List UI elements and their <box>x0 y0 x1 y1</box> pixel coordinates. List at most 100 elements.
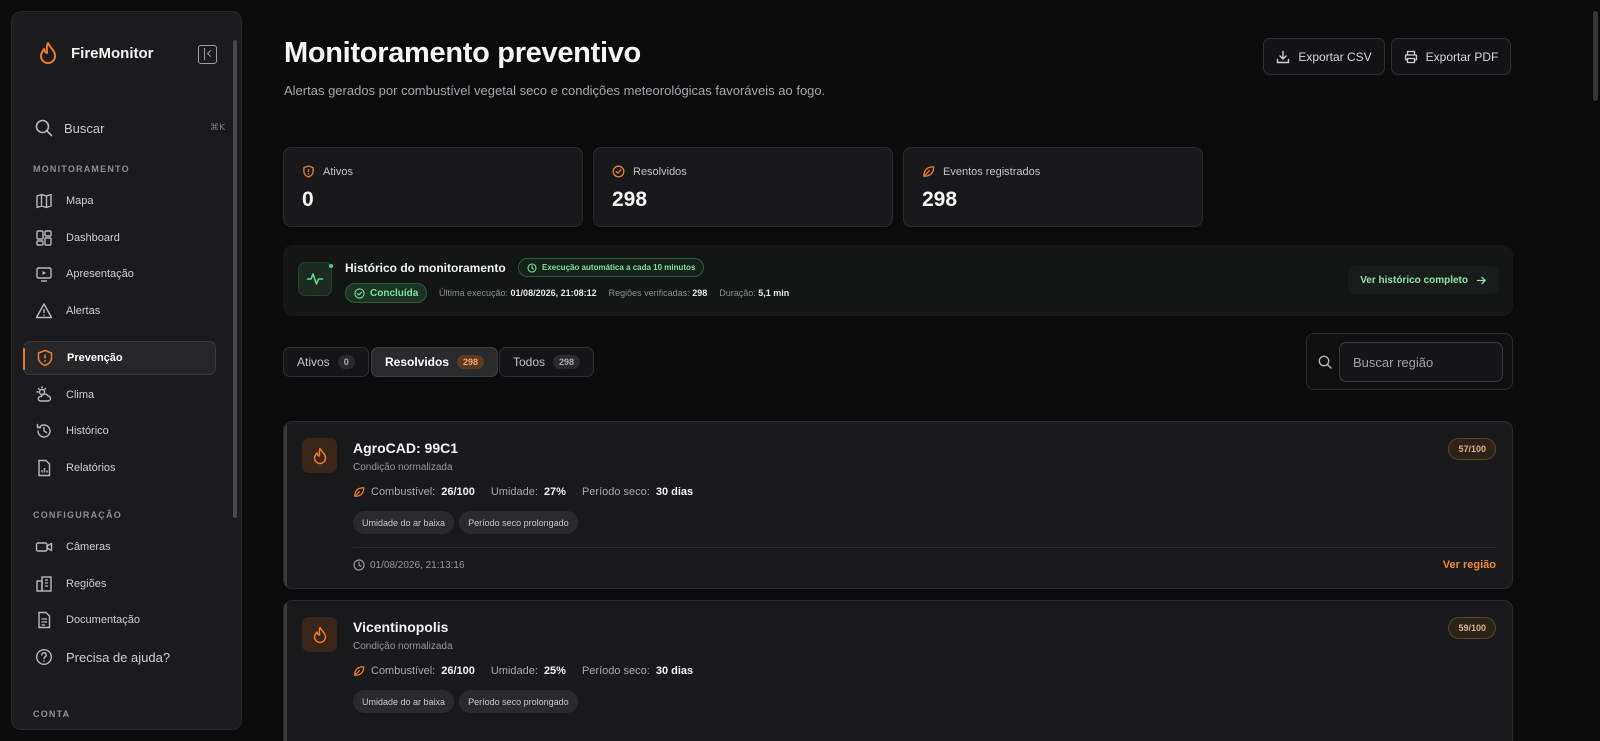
tab-ativos[interactable]: Ativos 0 <box>283 347 369 377</box>
camera-icon <box>35 538 53 556</box>
sidebar-item-label: Clima <box>66 389 95 401</box>
live-dot <box>329 264 333 268</box>
stat-card-resolvidos: Resolvidos 298 <box>593 147 893 227</box>
building-icon <box>35 575 53 593</box>
sidebar-item-regioes[interactable]: Regiões <box>23 567 216 601</box>
divider <box>353 547 1496 548</box>
card-date-value: 01/08/2026, 21:13:16 <box>370 559 465 571</box>
dry-period-label: Período seco: <box>581 486 650 498</box>
leaf-icon <box>353 486 365 498</box>
humidity-value: 25% <box>543 665 566 677</box>
sidebar-item-relatorios[interactable]: Relatórios <box>23 451 216 485</box>
app-name: FireMonitor <box>71 44 154 62</box>
sidebar-item-apresentacao[interactable]: Apresentação <box>23 257 216 291</box>
region-card: Vicentinopolis Condição normalizada Comb… <box>283 600 1513 741</box>
tab-count: 298 <box>457 355 485 369</box>
sidebar-item-historico[interactable]: Histórico <box>23 414 216 448</box>
card-subtitle: Condição normalizada <box>353 462 453 473</box>
history-meta: Última execução: 01/08/2026, 21:08:12 Re… <box>439 288 789 298</box>
tab-resolvidos[interactable]: Resolvidos 298 <box>371 347 499 377</box>
sidebar-item-label: Documentação <box>66 614 140 626</box>
stat-value: 298 <box>922 188 958 211</box>
stat-value: 298 <box>612 188 648 211</box>
export-pdf-button[interactable]: Exportar PDF <box>1391 38 1511 75</box>
tag: Umidade do ar baixa <box>353 511 455 534</box>
tab-count: 0 <box>337 355 355 369</box>
sidebar: FireMonitor Buscar ⌘K MONITORAMENTO Mapa… <box>11 11 242 730</box>
sidebar-item-documentacao[interactable]: Documentação <box>23 603 216 637</box>
printer-icon <box>1404 50 1418 64</box>
map-icon <box>35 192 53 210</box>
page-subtitle: Alertas gerados por combustível vegetal … <box>284 83 826 98</box>
sidebar-item-label: Prevenção <box>67 352 123 364</box>
dashboard-icon <box>35 229 53 247</box>
sidebar-scrollbar[interactable] <box>233 40 237 518</box>
help-label: Precisa de ajuda? <box>66 649 171 665</box>
history-link-label: Ver histórico completo <box>1360 274 1468 286</box>
cloud-sun-icon <box>35 386 53 404</box>
sidebar-item-dashboard[interactable]: Dashboard <box>23 221 216 255</box>
fuel-value: 26/100 <box>441 486 475 498</box>
arrow-right-icon <box>1476 275 1487 286</box>
brand[interactable]: FireMonitor <box>37 41 154 65</box>
section-title-configuracao: CONFIGURAÇÃO <box>33 510 122 520</box>
tab-label: Resolvidos <box>385 355 450 369</box>
last-run-value: 01/08/2026, 21:08:12 <box>510 288 597 298</box>
shield-alert-icon <box>36 349 54 367</box>
region-card: AgroCAD: 99C1 Condição normalizada Combu… <box>283 421 1513 589</box>
sidebar-item-label: Alertas <box>66 305 101 317</box>
history-icon <box>35 422 53 440</box>
stat-value: 0 <box>302 188 314 211</box>
sidebar-search[interactable]: Buscar ⌘K <box>35 116 225 140</box>
dry-period-value: 30 dias <box>655 486 694 498</box>
card-date: 01/08/2026, 21:13:16 <box>353 559 465 571</box>
tag: Período seco prolongado <box>459 690 578 713</box>
humidity-value: 27% <box>543 486 566 498</box>
regions-value: 298 <box>692 288 708 298</box>
score-badge: 59/100 <box>1448 617 1496 639</box>
flame-icon <box>302 617 337 652</box>
sidebar-item-cameras[interactable]: Câmeras <box>23 530 216 564</box>
search-icon <box>35 119 53 137</box>
tab-label: Ativos <box>297 355 330 369</box>
humidity-label: Umidade: <box>490 665 538 677</box>
sidebar-item-label: Regiões <box>66 578 107 590</box>
export-csv-label: Exportar CSV <box>1298 49 1372 64</box>
status-label: Concluída <box>370 287 419 299</box>
score-badge: 57/100 <box>1448 438 1496 460</box>
report-icon <box>35 459 53 477</box>
stat-label: Eventos registrados <box>943 165 1041 178</box>
view-full-history-link[interactable]: Ver histórico completo <box>1348 266 1499 294</box>
fuel-label: Combustível: <box>371 486 436 498</box>
stat-card-ativos: Ativos 0 <box>283 147 583 227</box>
sidebar-item-clima[interactable]: Clima <box>23 378 216 412</box>
card-metrics: Combustível: 26/100 Umidade: 27% Período… <box>353 486 703 498</box>
section-title-conta: CONTA <box>33 709 71 719</box>
check-circle-icon <box>354 287 365 299</box>
sidebar-item-help[interactable]: Precisa de ajuda? <box>23 640 216 674</box>
search-shortcut: ⌘K <box>210 123 225 133</box>
export-csv-button[interactable]: Exportar CSV <box>1263 38 1385 75</box>
help-circle-icon <box>35 648 53 666</box>
sidebar-item-label: Mapa <box>66 195 94 207</box>
flame-logo-icon <box>37 41 59 65</box>
collapse-sidebar-icon[interactable] <box>198 45 217 64</box>
auto-run-label: Execução automática a cada 10 minutos <box>542 263 696 272</box>
page-scrollbar[interactable] <box>1593 11 1598 101</box>
view-region-link[interactable]: Ver região <box>1443 559 1496 571</box>
sidebar-item-alertas[interactable]: Alertas <box>23 294 216 328</box>
sidebar-item-mapa[interactable]: Mapa <box>23 184 216 218</box>
sidebar-item-prevencao[interactable]: Prevenção <box>23 341 216 375</box>
search-icon <box>1318 355 1332 369</box>
humidity-label: Umidade: <box>490 486 538 498</box>
region-search-input[interactable] <box>1339 342 1503 382</box>
leaf-icon <box>353 665 365 677</box>
card-metrics: Combustível: 26/100 Umidade: 25% Período… <box>353 665 703 677</box>
card-title: Vicentinopolis <box>353 619 449 635</box>
monitoring-history-panel: Histórico do monitoramento Execução auto… <box>283 245 1513 316</box>
stat-card-eventos: Eventos registrados 298 <box>903 147 1203 227</box>
stat-label: Ativos <box>323 165 353 178</box>
alert-triangle-icon <box>35 302 53 320</box>
tab-todos[interactable]: Todos 298 <box>499 347 595 377</box>
tag: Período seco prolongado <box>459 511 578 534</box>
